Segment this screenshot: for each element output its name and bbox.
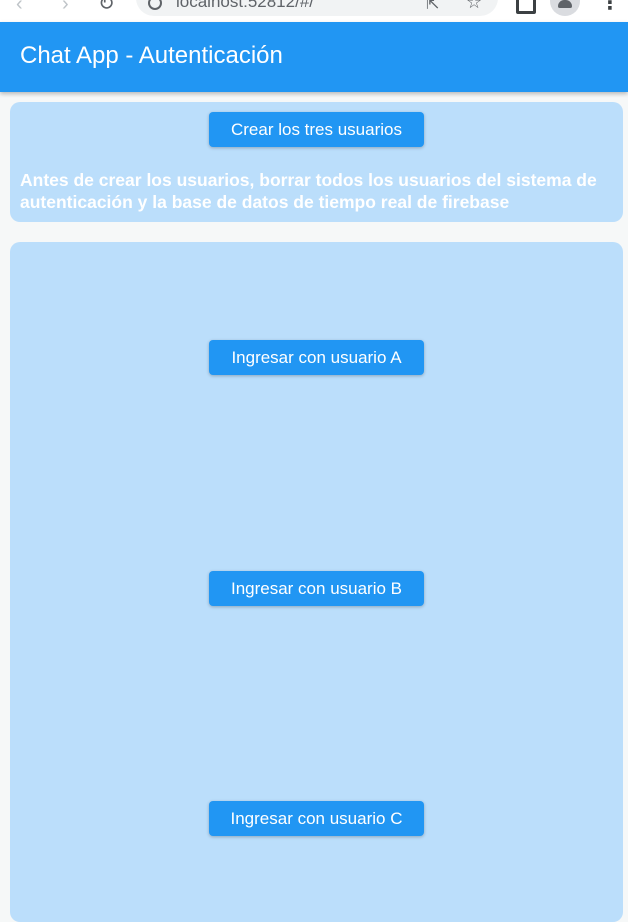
login-user-b-button[interactable]: Ingresar con usuario B <box>209 571 424 606</box>
create-users-button[interactable]: Crear los tres usuarios <box>209 112 424 147</box>
menu-icon[interactable]: ⋮ <box>600 0 620 15</box>
page-title: Chat App - Autenticación <box>20 42 283 69</box>
app-bar: Chat App - Autenticación <box>0 22 628 92</box>
forward-arrow-icon[interactable]: › <box>62 0 69 14</box>
site-info-icon[interactable] <box>148 0 162 10</box>
profile-icon[interactable] <box>550 0 580 16</box>
warning-text: Antes de crear los usuarios, borrar todo… <box>20 170 597 212</box>
extension-icon[interactable] <box>516 0 536 14</box>
url-text[interactable]: localhost:52812/#/ <box>176 0 314 12</box>
star-icon[interactable]: ☆ <box>466 0 482 13</box>
share-icon[interactable]: ⇱ <box>426 0 439 14</box>
login-card: Ingresar con usuario A Ingresar con usua… <box>10 242 623 922</box>
reload-icon[interactable]: ↻ <box>98 0 115 14</box>
address-bar[interactable]: localhost:52812/#/ ⇱ ☆ <box>136 0 498 16</box>
back-arrow-icon[interactable]: ‹ <box>16 0 23 14</box>
login-user-c-button[interactable]: Ingresar con usuario C <box>209 801 424 836</box>
browser-toolbar: ‹ › ↻ localhost:52812/#/ ⇱ ☆ ⋮ <box>0 0 628 22</box>
setup-card: Crear los tres usuarios Antes de crear l… <box>10 102 623 222</box>
login-user-a-button[interactable]: Ingresar con usuario A <box>209 340 424 375</box>
